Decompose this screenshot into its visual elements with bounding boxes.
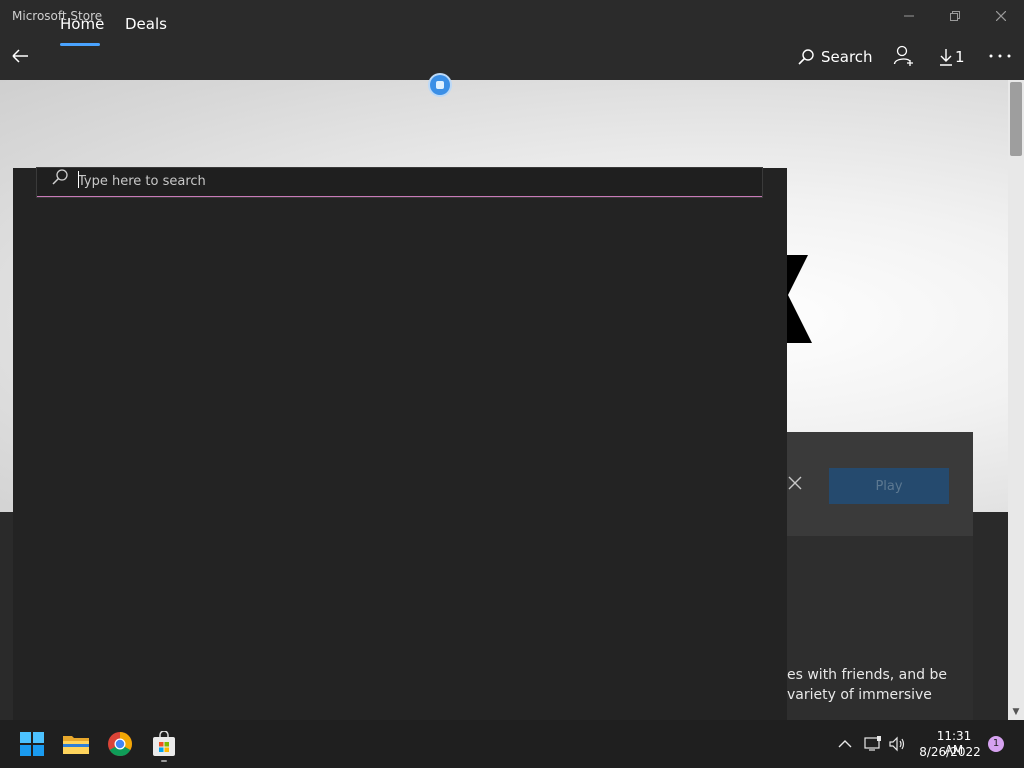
downloads-count: 1 — [955, 48, 965, 66]
clock-date[interactable]: 8/26/2022 — [918, 745, 982, 759]
more-options-button[interactable] — [988, 48, 1012, 64]
back-button[interactable] — [10, 46, 30, 66]
chrome-button[interactable] — [106, 730, 134, 758]
minimize-button[interactable] — [886, 0, 932, 32]
start-button[interactable] — [18, 730, 46, 758]
file-explorer-button[interactable] — [62, 730, 90, 758]
back-arrow-icon — [12, 49, 28, 63]
tab-home[interactable]: Home — [60, 15, 104, 33]
dismiss-button[interactable] — [786, 474, 804, 492]
notification-badge[interactable]: 1 — [988, 736, 1004, 752]
more-icon — [989, 54, 1011, 58]
close-icon — [996, 11, 1006, 21]
home-tab-indicator — [60, 43, 100, 46]
scrollbar-thumb[interactable] — [1010, 82, 1022, 156]
search-button-label: Search — [821, 48, 873, 66]
chevron-up-icon[interactable] — [838, 738, 852, 750]
restore-icon — [950, 11, 960, 21]
tab-deals[interactable]: Deals — [125, 15, 167, 33]
search-icon — [52, 169, 68, 185]
volume-icon[interactable] — [889, 736, 907, 752]
minimize-icon — [904, 15, 914, 17]
search-suggestions-panel — [13, 168, 787, 720]
search-input[interactable] — [78, 171, 748, 191]
text-caret — [78, 171, 79, 188]
description-text-line2: variety of immersive — [787, 687, 932, 703]
loading-cursor-icon — [430, 75, 450, 95]
microsoft-store-button[interactable] — [150, 730, 178, 758]
close-icon — [788, 476, 802, 490]
account-button[interactable] — [893, 45, 915, 67]
active-app-indicator — [161, 760, 167, 762]
download-icon — [940, 49, 952, 66]
scrollbar-track[interactable] — [1008, 80, 1024, 720]
scroll-down-arrow[interactable]: ▼ — [1008, 704, 1024, 720]
search-button[interactable]: Search — [797, 46, 873, 68]
restore-button[interactable] — [932, 0, 978, 32]
chrome-icon — [108, 732, 132, 757]
play-button[interactable]: Play — [829, 468, 949, 504]
network-icon[interactable] — [864, 736, 882, 752]
close-window-button[interactable] — [978, 0, 1024, 32]
search-icon — [798, 49, 814, 65]
windows-logo-icon — [20, 732, 44, 756]
folder-icon — [63, 736, 89, 754]
description-text-line1: es with friends, and be — [787, 667, 947, 683]
downloads-button[interactable]: 1 — [939, 46, 965, 68]
person-add-icon — [893, 45, 913, 66]
store-bag-icon — [153, 731, 175, 756]
